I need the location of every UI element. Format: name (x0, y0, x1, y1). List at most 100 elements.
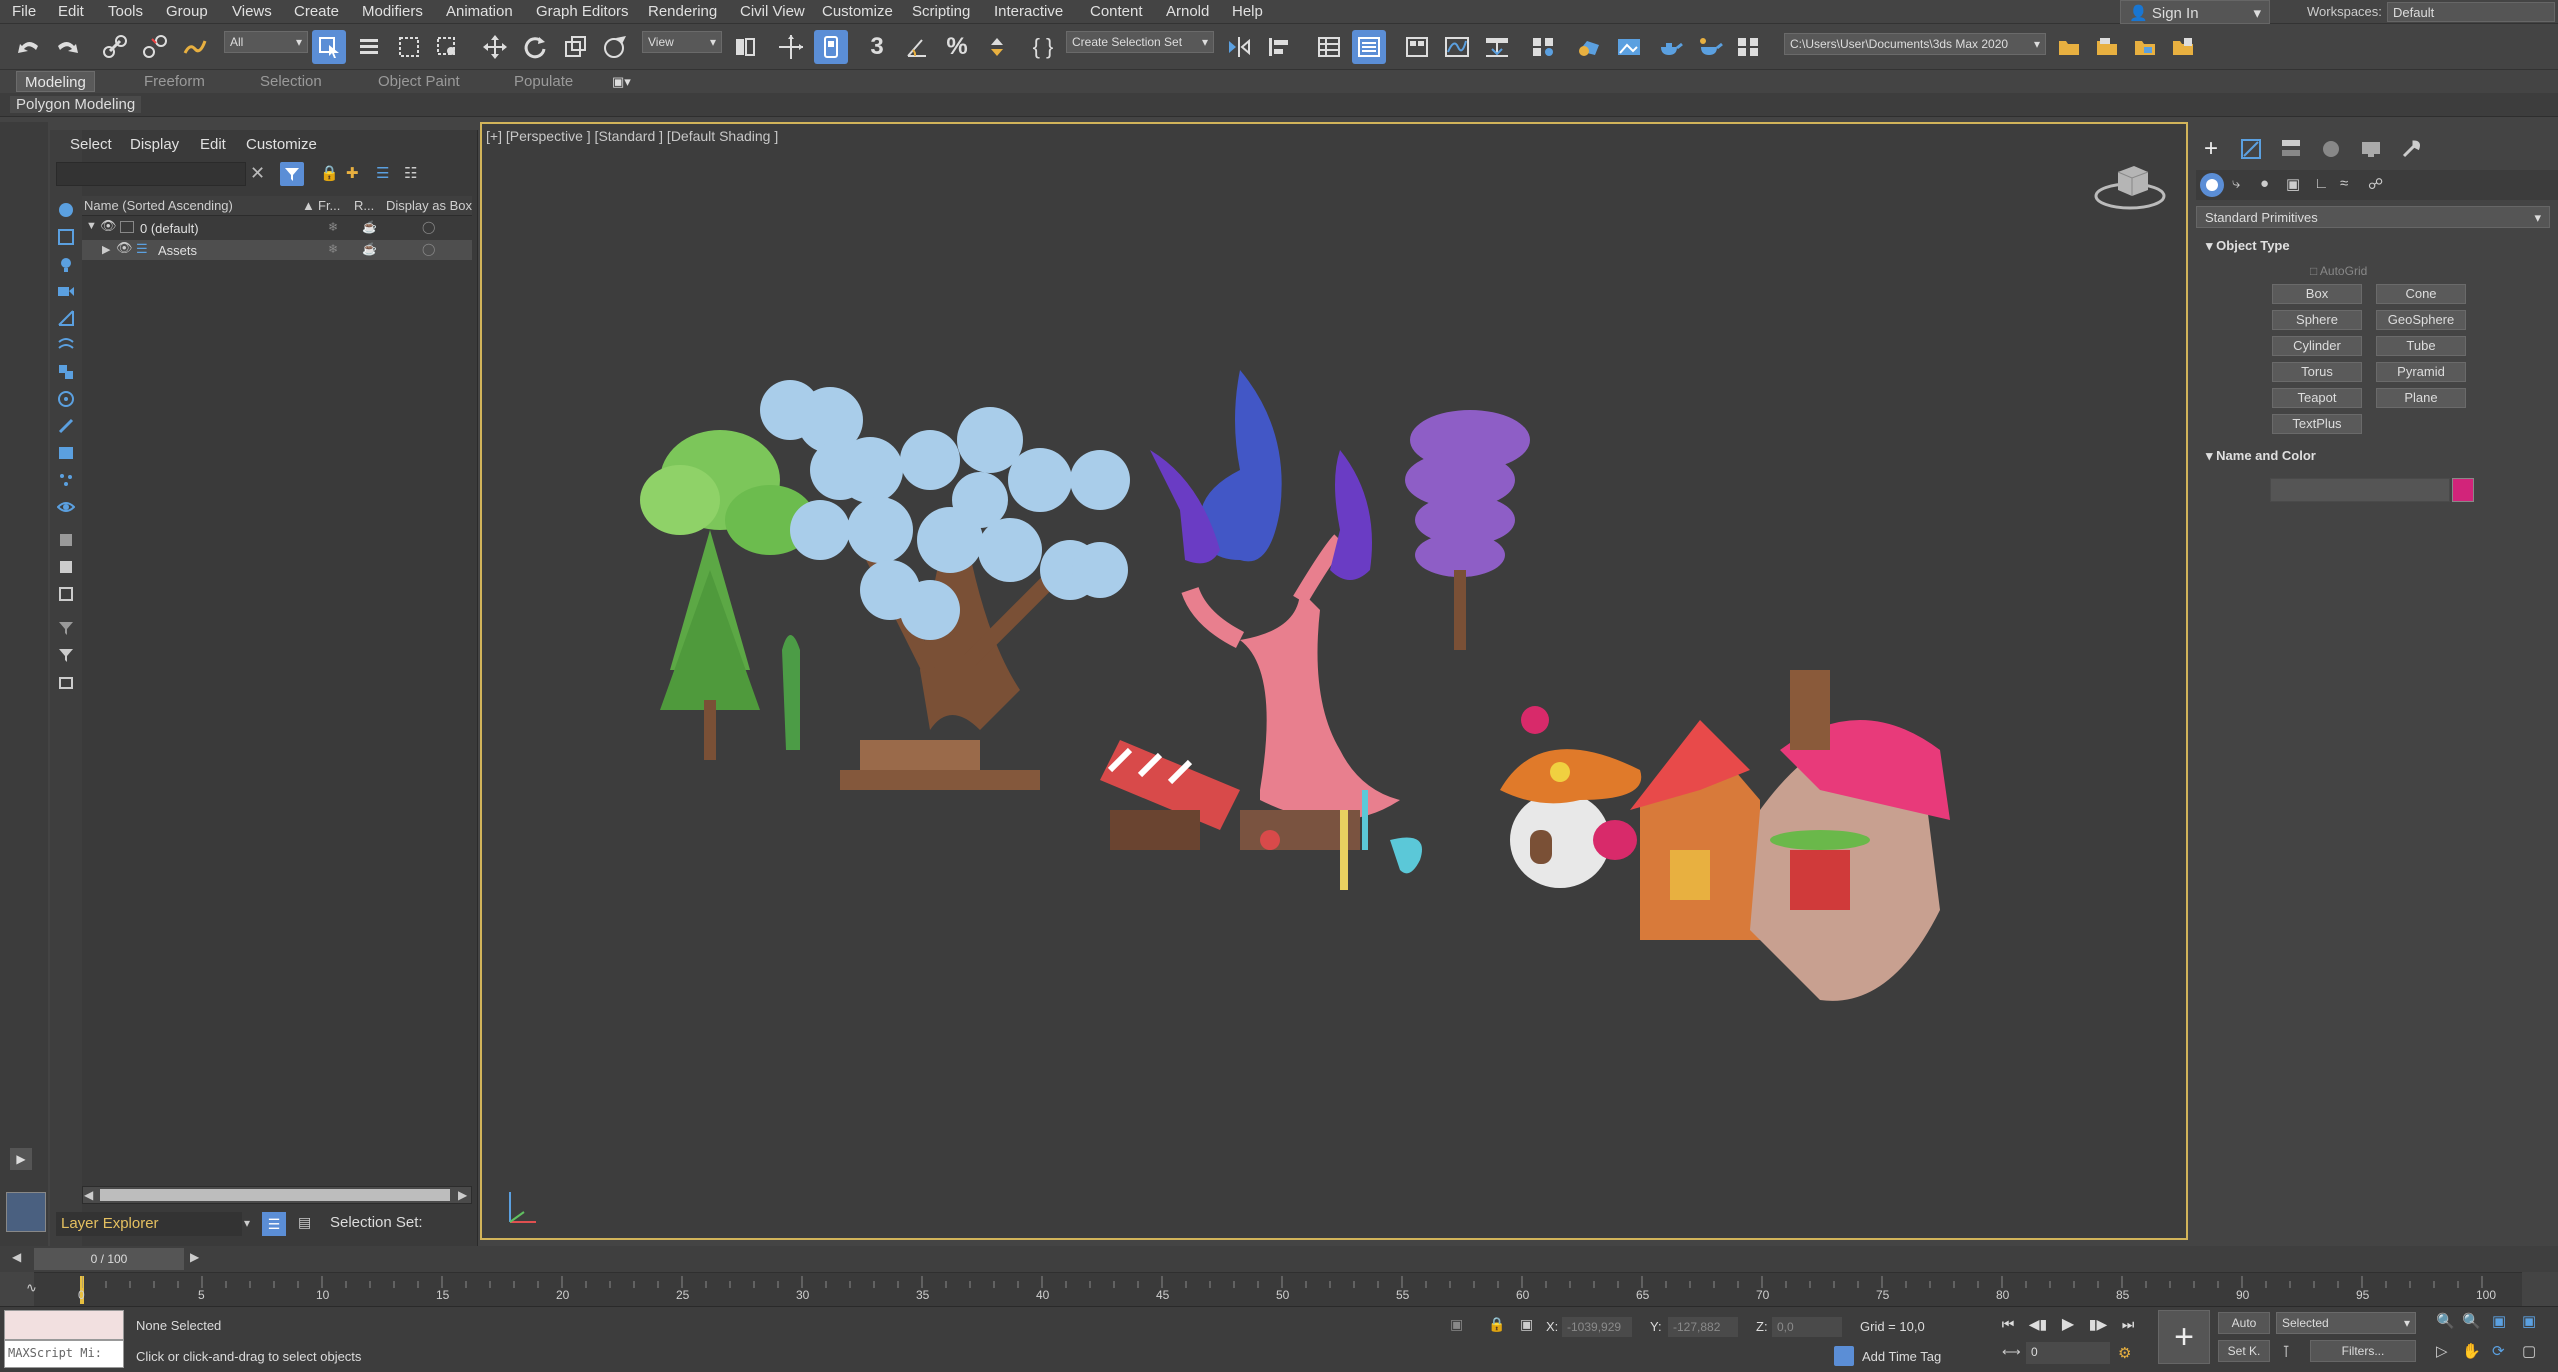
viewport-label[interactable]: [+] [Perspective ] [Standard ] [Default … (486, 128, 778, 144)
play-button[interactable]: ▶ (2056, 1312, 2080, 1336)
y-coordinate-field[interactable]: -127,882 (1668, 1317, 1738, 1337)
spinner-snap-toggle[interactable] (980, 30, 1014, 64)
expand-panel-button[interactable]: ▶ (10, 1148, 32, 1170)
menu-create[interactable]: Create (294, 3, 339, 20)
render-teapot-icon[interactable]: ☕ (362, 242, 377, 256)
named-selection-dropdown[interactable]: Create Selection Set ▾ (1066, 31, 1214, 53)
tab-freeform[interactable]: Freeform (136, 71, 213, 92)
isolate-selection-icon[interactable]: ▣ (1450, 1316, 1463, 1333)
select-manipulate-button[interactable] (774, 30, 808, 64)
freeze-snowflake-icon[interactable]: ❄ (328, 220, 338, 234)
lock-icon[interactable]: 🔒 (320, 164, 339, 182)
tab-modeling[interactable]: Modeling (16, 71, 95, 92)
scroll-left-icon[interactable]: ◀ (84, 1188, 93, 1202)
material-editor-button[interactable] (1526, 30, 1560, 64)
curve-editor-mini-icon[interactable]: ∿ (26, 1280, 37, 1296)
previous-frame-icon[interactable]: ◀ (12, 1250, 21, 1264)
teapot-button[interactable]: Teapot (2272, 388, 2362, 408)
chevron-down-icon[interactable]: ▾ (244, 1216, 250, 1230)
edit-named-selection-button[interactable]: { } (1026, 30, 1060, 64)
menu-modifiers[interactable]: Modifiers (362, 3, 423, 20)
link-button[interactable] (98, 30, 132, 64)
tube-button[interactable]: Tube (2376, 336, 2466, 356)
layers-icon[interactable]: ☰ (376, 164, 389, 182)
layer-row-default[interactable]: ▼ 👁 0 (default) ❄ ☕ ◯ (82, 218, 472, 238)
explorer-search-input[interactable] (56, 162, 246, 186)
display-spacewarps-icon[interactable] (56, 335, 76, 355)
ribbon-options-icon[interactable]: ▣▾ (612, 74, 631, 90)
select-object-button[interactable] (312, 30, 346, 64)
menu-group[interactable]: Group (166, 3, 208, 20)
zoom-icon[interactable]: 🔍 (2436, 1312, 2455, 1330)
box-display-icon[interactable]: ◯ (422, 242, 435, 256)
selection-set-icon[interactable]: ▤ (298, 1214, 311, 1231)
name-color-rollout-header[interactable]: ▾ Name and Color (2198, 448, 2544, 470)
set-key-button[interactable]: Set K. (2218, 1340, 2270, 1362)
tab-populate[interactable]: Populate (506, 71, 581, 92)
display-lights-icon[interactable] (56, 254, 76, 274)
time-tag-icon[interactable] (1834, 1346, 1854, 1366)
maxscript-mini-listener[interactable]: MAXScript Mi: (4, 1340, 124, 1368)
explorer-options-icon[interactable] (56, 672, 76, 692)
angle-snap-toggle[interactable] (900, 30, 934, 64)
project-folder-dropdown[interactable]: C:\Users\User\Documents\3ds Max 2020 ▾ (1784, 33, 2046, 55)
display-helpers-icon[interactable] (56, 308, 76, 328)
render-in-cloud-button[interactable] (1732, 30, 1766, 64)
column-render[interactable]: R... (354, 198, 374, 218)
lights-icon[interactable]: ● (2260, 175, 2269, 192)
geosphere-button[interactable]: GeoSphere (2376, 310, 2466, 330)
menu-scripting[interactable]: Scripting (912, 3, 970, 20)
primitive-category-dropdown[interactable]: Standard Primitives ▾ (2196, 206, 2550, 228)
z-coordinate-field[interactable]: 0,0 (1772, 1317, 1842, 1337)
plane-button[interactable]: Plane (2376, 388, 2466, 408)
column-display-as-box[interactable]: Display as Box (386, 198, 472, 218)
torus-button[interactable]: Torus (2272, 362, 2362, 382)
select-by-name-button[interactable] (352, 30, 386, 64)
display-frozen-icon[interactable] (56, 530, 76, 550)
mirror-button[interactable] (1222, 30, 1256, 64)
cameras-icon[interactable]: ▣ (2286, 175, 2300, 193)
go-to-end-button[interactable]: ⏭ (2116, 1312, 2140, 1336)
redo-button[interactable] (50, 30, 84, 64)
spacewarps-icon[interactable]: ≈ (2340, 175, 2348, 192)
shapes-icon[interactable]: ⤷ (2232, 175, 2240, 192)
display-geometry-icon[interactable] (56, 200, 76, 220)
render-setup-button[interactable] (1572, 30, 1606, 64)
rotate-button[interactable] (518, 30, 552, 64)
open-file-button[interactable] (2090, 30, 2124, 64)
rendered-frame-window-button[interactable] (1612, 30, 1646, 64)
viewport-layout-tab[interactable] (6, 1192, 46, 1232)
render-production-button[interactable] (1652, 30, 1686, 64)
new-layer-icon[interactable]: ✚ (346, 164, 359, 182)
toggle-layer-explorer-button[interactable] (1352, 30, 1386, 64)
place-button[interactable] (598, 30, 632, 64)
menu-help[interactable]: Help (1232, 3, 1263, 20)
sign-in-dropdown[interactable]: 👤 Sign In ▾ (2120, 0, 2270, 24)
menu-graph-editors[interactable]: Graph Editors (536, 3, 629, 20)
explorer-menu-select[interactable]: Select (70, 136, 112, 153)
explorer-menu-edit[interactable]: Edit (200, 136, 226, 153)
cone-button[interactable]: Cone (2376, 284, 2466, 304)
current-frame-field[interactable]: 0 (2026, 1342, 2110, 1364)
render-iterative-button[interactable] (1692, 30, 1726, 64)
freeze-snowflake-icon[interactable]: ❄ (328, 242, 338, 256)
selection-filter-dropdown[interactable]: All ▾ (224, 31, 308, 53)
menu-tools[interactable]: Tools (108, 3, 143, 20)
maxscript-listener[interactable] (4, 1310, 124, 1340)
key-filters-icon[interactable]: ⊺ (2282, 1342, 2290, 1362)
filter-toggle-button[interactable] (280, 162, 304, 186)
time-slider[interactable]: 0 / 100 (34, 1248, 184, 1270)
motion-tab[interactable] (2316, 134, 2346, 164)
geometry-category-button[interactable] (2200, 173, 2224, 197)
cylinder-button[interactable]: Cylinder (2272, 336, 2362, 356)
zoom-extents-icon[interactable]: ▣ (2492, 1312, 2506, 1330)
menu-civil-view[interactable]: Civil View (740, 3, 805, 20)
filter-icon[interactable] (56, 618, 76, 638)
scene-assets-render[interactable] (640, 370, 2040, 1040)
menu-interactive[interactable]: Interactive (994, 3, 1063, 20)
menu-content[interactable]: Content (1090, 3, 1143, 20)
auto-key-button[interactable]: Auto (2218, 1312, 2270, 1334)
percent-snap-toggle[interactable]: % (940, 30, 974, 64)
display-bones-icon[interactable] (56, 416, 76, 436)
next-frame-icon[interactable]: ▶ (190, 1250, 199, 1264)
